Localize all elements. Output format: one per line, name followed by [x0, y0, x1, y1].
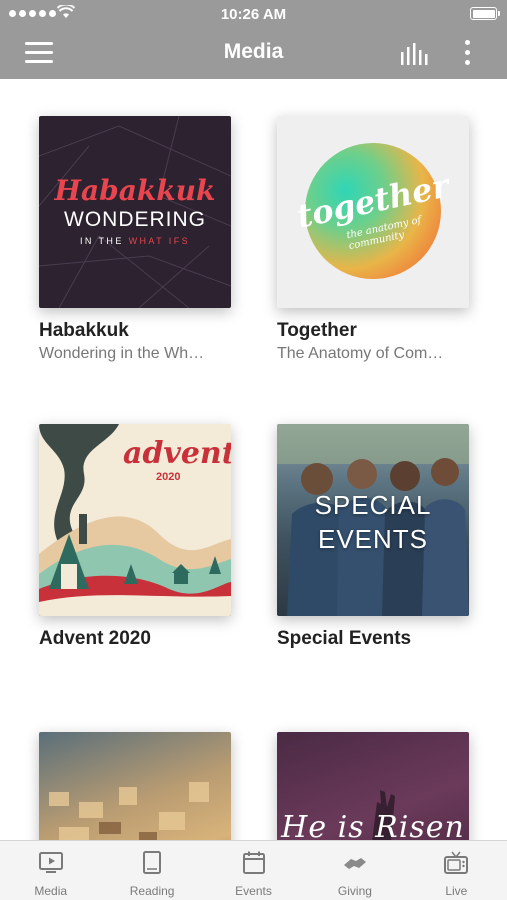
tab-label: Reading — [129, 884, 175, 898]
card-subtitle: Wondering in the Wh… — [39, 345, 205, 362]
book-icon — [143, 851, 162, 874]
top-bar: 10:26 AM Media — [0, 0, 507, 79]
series-artwork: advent 2020 — [39, 424, 231, 616]
audio-bars-icon[interactable] — [400, 42, 430, 66]
status-time: 10:26 AM — [220, 6, 287, 23]
tab-label: Live — [445, 884, 468, 898]
artwork-text: SPECIAL EVENTS — [314, 490, 432, 554]
handshake-icon — [343, 858, 366, 869]
card-subtitle: The Anatomy of Com… — [277, 345, 444, 362]
series-artwork: SPECIAL EVENTS — [277, 424, 469, 616]
media-card-special-events[interactable]: SPECIAL EVENTS Special Events — [277, 424, 469, 653]
artwork-script-title: Habakkuk — [54, 174, 216, 207]
artwork-script-title: advent — [123, 436, 231, 471]
tab-reading[interactable]: Reading — [101, 841, 202, 900]
tab-label: Events — [235, 884, 272, 898]
tab-live[interactable]: Live — [406, 841, 507, 900]
card-title: Special Events — [277, 628, 412, 649]
retro-tv-icon — [444, 851, 469, 874]
media-card-together[interactable]: together the anatomy of community Togeth… — [277, 116, 469, 363]
card-title: Habakkuk — [39, 320, 129, 341]
tab-label: Giving — [337, 884, 372, 898]
card-title: Advent 2020 — [39, 628, 151, 649]
nav-bar: Media — [0, 28, 507, 79]
artwork-year: 2020 — [156, 471, 181, 483]
series-artwork: together the anatomy of community — [277, 116, 469, 308]
tab-bar: Media Reading Events Giving Live — [0, 840, 507, 900]
tab-media[interactable]: Media — [0, 841, 101, 900]
page-title: Media — [223, 40, 284, 63]
media-card-habakkuk[interactable]: Habakkuk WONDERING IN THE WHAT IFS Habak… — [39, 116, 231, 363]
tab-giving[interactable]: Giving — [304, 841, 405, 900]
more-options-icon[interactable] — [458, 38, 478, 68]
battery-icon — [470, 7, 500, 20]
status-bar: 10:26 AM — [0, 0, 507, 28]
card-title: Together — [277, 320, 357, 341]
calendar-icon — [242, 851, 265, 874]
artwork-tagline: IN THE WHAT IFS — [79, 236, 190, 246]
tab-events[interactable]: Events — [203, 841, 304, 900]
tv-play-icon — [38, 852, 63, 873]
artwork-headline: WONDERING — [64, 208, 206, 231]
series-artwork: Habakkuk WONDERING IN THE WHAT IFS — [39, 116, 231, 308]
tab-label: Media — [34, 884, 68, 898]
media-card-advent-2020[interactable]: advent 2020 Advent 2020 — [39, 424, 231, 653]
